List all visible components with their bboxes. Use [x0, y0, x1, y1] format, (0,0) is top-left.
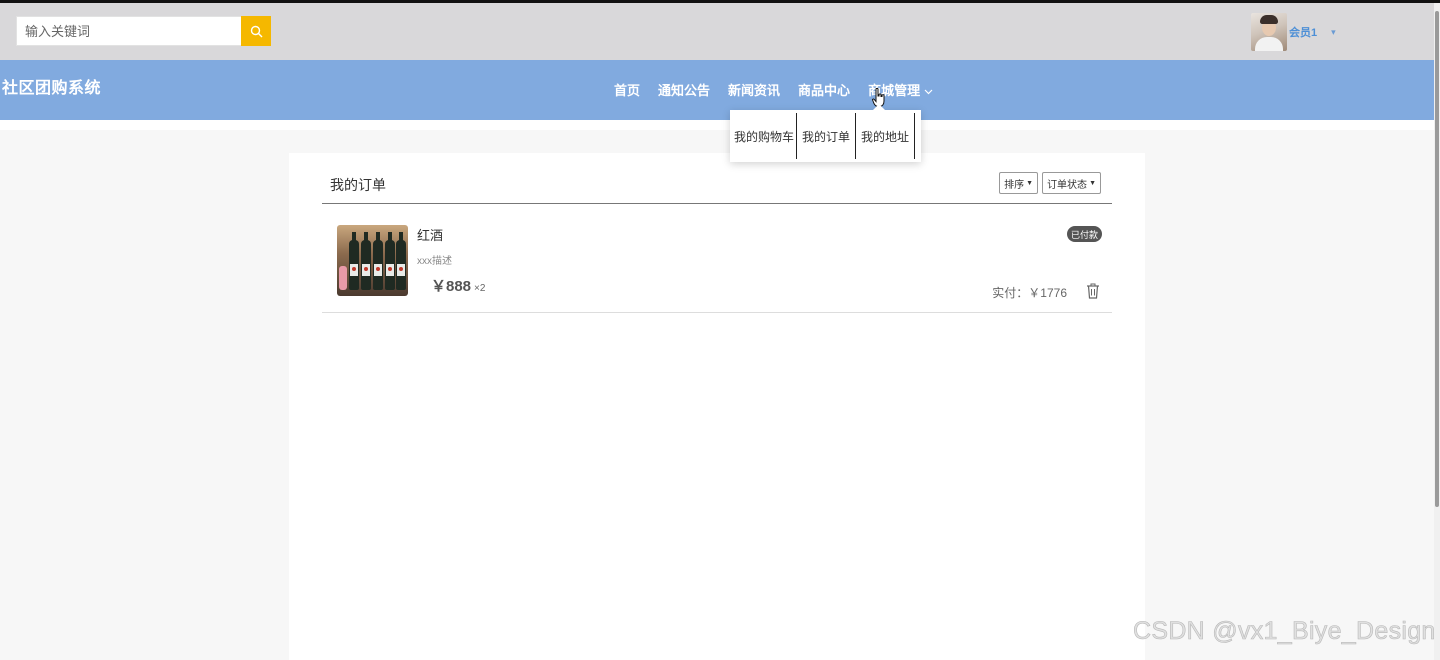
unit-price: ￥888	[431, 278, 472, 295]
order-status-dropdown[interactable]: 订单状态 ▼	[1042, 172, 1101, 194]
dropdown-item-orders[interactable]: 我的订单	[797, 113, 857, 159]
nav-item-news[interactable]: 新闻资讯	[728, 80, 780, 99]
order-status-dropdown-label: 订单状态	[1047, 179, 1088, 191]
page-title: 我的订单	[330, 177, 386, 193]
orders-panel: 我的订单 排序 ▼ 订单状态 ▼ 红酒 xxx描述 ￥888 ×2 已付款 实付：￥…	[289, 153, 1145, 660]
nav-item-products[interactable]: 商品中心	[798, 80, 850, 99]
search-box	[16, 16, 271, 46]
price-line: ￥888 ×2	[431, 275, 485, 296]
watermark: CSDN @vx1_Biye_Design	[1133, 617, 1436, 646]
nav-divider	[0, 120, 1440, 130]
search-button[interactable]	[241, 16, 271, 46]
product-name[interactable]: 红酒	[417, 225, 443, 244]
product-image[interactable]	[337, 225, 408, 296]
paid-amount: 实付：￥1776	[992, 286, 1067, 300]
nav-menu: 首页 通知公告 新闻资讯 商品中心 商城管理	[614, 80, 951, 99]
status-badge: 已付款	[1066, 226, 1102, 242]
caret-down-icon: ▼	[1089, 179, 1096, 187]
dropdown-item-address[interactable]: 我的地址	[856, 113, 916, 159]
order-filters: 排序 ▼ 订单状态 ▼	[995, 172, 1101, 194]
scrollbar-thumb[interactable]	[1435, 11, 1439, 507]
caret-down-icon[interactable]: ▾	[1331, 27, 1336, 38]
nav-item-home[interactable]: 首页	[614, 80, 640, 99]
trash-icon[interactable]	[1086, 283, 1100, 299]
scrollbar[interactable]	[1434, 3, 1440, 660]
nav-item-notices[interactable]: 通知公告	[658, 80, 710, 99]
top-bar: 会员1 ▾	[0, 3, 1440, 60]
user-name[interactable]: 会员1	[1289, 24, 1317, 40]
chevron-down-icon	[924, 89, 933, 95]
site-brand[interactable]: 社区团购系统	[2, 74, 101, 98]
sort-dropdown[interactable]: 排序 ▼	[999, 172, 1039, 194]
user-menu[interactable]: 会员1 ▾	[1251, 13, 1336, 51]
quantity: ×2	[474, 283, 486, 294]
search-icon	[250, 25, 262, 37]
product-description: xxx描述	[417, 256, 452, 267]
order-item[interactable]: 红酒 xxx描述 ￥888 ×2 已付款 实付：￥1776	[322, 204, 1112, 313]
avatar[interactable]	[1251, 13, 1287, 51]
caret-down-icon: ▼	[1026, 179, 1034, 187]
mall-management-dropdown: 我的购物车 我的订单 我的地址	[730, 104, 921, 162]
dropdown-item-cart[interactable]: 我的购物车	[730, 113, 798, 159]
sort-dropdown-label: 排序	[1004, 179, 1025, 191]
search-input[interactable]	[16, 16, 241, 46]
nav-bar: 社区团购系统 首页 通知公告 新闻资讯 商品中心 商城管理	[0, 60, 1440, 120]
